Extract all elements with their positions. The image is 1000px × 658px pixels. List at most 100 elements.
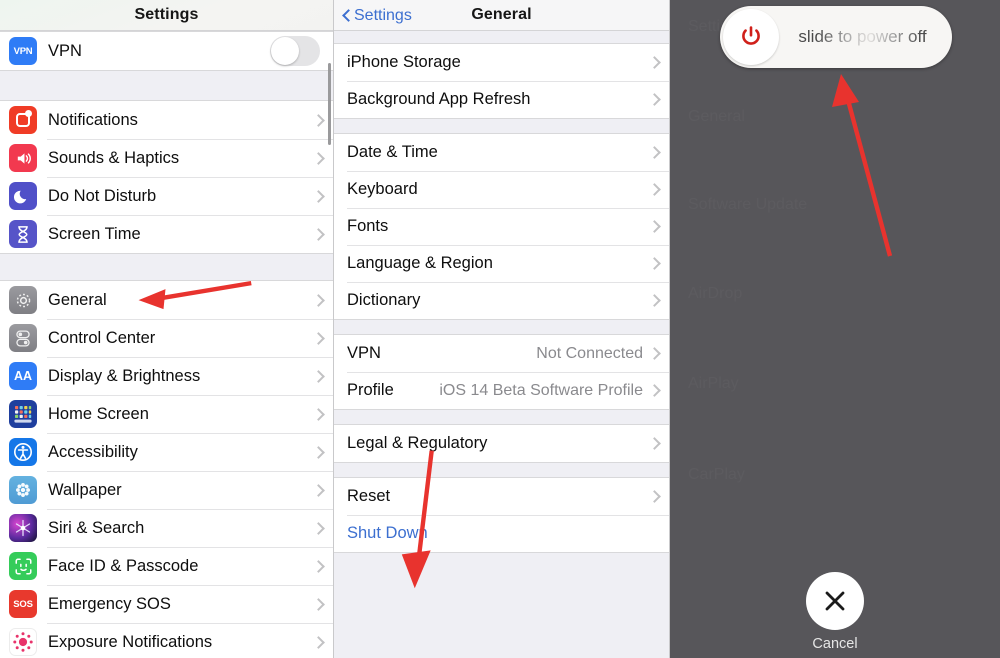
exposure-icon [9, 628, 37, 656]
general-row-background-app-refresh[interactable]: Background App Refresh [334, 81, 669, 118]
group-separator [334, 320, 669, 334]
gear-icon [9, 286, 37, 314]
general-group: iPhone Storage Background App Refresh [334, 43, 669, 119]
general-title: General [471, 6, 532, 23]
sidebar-item-sounds-haptics[interactable]: Sounds & Haptics [0, 139, 333, 177]
general-row-label: iPhone Storage [347, 53, 461, 71]
sidebar-item-label: Display & Brightness [48, 366, 201, 385]
general-row-date-time[interactable]: Date & Time [334, 134, 669, 171]
general-row-label: Date & Time [347, 143, 438, 161]
sidebar-item-exposure-notifications[interactable]: Exposure Notifications [0, 623, 333, 658]
general-row-label: Legal & Regulatory [347, 434, 488, 452]
annotation-arrow-slider [832, 74, 893, 257]
cancel-button[interactable] [806, 572, 864, 630]
page-title: Settings [134, 6, 199, 23]
chevron-right-icon [314, 228, 322, 241]
slide-to-power-off-slider[interactable]: slide to power off [720, 6, 952, 68]
group-separator [334, 463, 669, 477]
slide-to-power-off-label: slide to power off [779, 27, 952, 47]
chevron-right-icon [650, 56, 658, 69]
chevron-right-icon [314, 446, 322, 459]
chevron-right-icon [314, 408, 322, 421]
sidebar-item-label: Exposure Notifications [48, 632, 213, 651]
sidebar-item-display-brightness[interactable]: AA Display & Brightness [0, 357, 333, 395]
siri-icon [9, 514, 37, 542]
sidebar-item-home-screen[interactable]: Home Screen [0, 395, 333, 433]
general-group: VPN Not Connected Profile iOS 14 Beta Softw… [334, 334, 669, 410]
sidebar-item-accessibility[interactable]: Accessibility [0, 433, 333, 471]
settings-sidebar-panel: Settings VPN VPN Notifications Sounds & H… [0, 0, 334, 658]
group-separator [334, 119, 669, 133]
general-row-label: Keyboard [347, 180, 418, 198]
general-row-keyboard[interactable]: Keyboard [334, 171, 669, 208]
chevron-right-icon [314, 636, 322, 649]
sidebar-item-label: Accessibility [48, 442, 138, 461]
sidebar-item-label: Face ID & Passcode [48, 556, 199, 575]
chevron-right-icon [650, 294, 658, 307]
sidebar-item-wallpaper[interactable]: Wallpaper [0, 471, 333, 509]
general-row-reset[interactable]: Reset [334, 478, 669, 515]
sidebar-nav-bar: Settings [0, 0, 333, 31]
screenshot-root: Settings VPN VPN Notifications Sounds & H… [0, 0, 1000, 658]
sidebar-item-label: Do Not Disturb [48, 186, 157, 205]
chevron-right-icon [314, 598, 322, 611]
toggles-icon [9, 324, 37, 352]
general-row-profile[interactable]: Profile iOS 14 Beta Software Profile [334, 372, 669, 409]
sidebar-item-siri-search[interactable]: Siri & Search [0, 509, 333, 547]
general-row-label: Fonts [347, 217, 389, 235]
sidebar-item-label: Siri & Search [48, 518, 145, 537]
power-icon [742, 26, 760, 45]
chevron-right-icon [650, 257, 658, 270]
vpn-badge-icon: VPN [9, 37, 37, 65]
sidebar-item-screen-time[interactable]: Screen Time [0, 215, 333, 253]
group-separator [0, 71, 333, 100]
chevron-right-icon [650, 437, 658, 450]
sidebar-item-label: Emergency SOS [48, 594, 171, 613]
general-row-fonts[interactable]: Fonts [334, 208, 669, 245]
group-separator [334, 31, 669, 43]
sidebar-item-control-center[interactable]: Control Center [0, 319, 333, 357]
general-group: Reset Shut Down [334, 477, 669, 553]
sidebar-item-vpn[interactable]: VPN VPN [0, 32, 333, 70]
vpn-toggle-knob [271, 37, 299, 65]
sidebar-item-notifications[interactable]: Notifications [0, 101, 333, 139]
vpn-group: VPN VPN [0, 31, 333, 71]
back-button-label: Settings [354, 6, 412, 24]
chevron-left-icon [342, 8, 351, 24]
sidebar-item-general[interactable]: General [0, 281, 333, 319]
general-groups: iPhone Storage Background App Refresh Date… [334, 31, 669, 553]
back-button[interactable]: Settings [342, 0, 412, 31]
chevron-right-icon [314, 190, 322, 203]
sidebar-item-emergency-sos[interactable]: SOS Emergency SOS [0, 585, 333, 623]
sidebar-main-group: Notifications Sounds & Haptics Do Not Dist… [0, 100, 333, 658]
chevron-right-icon [650, 93, 658, 106]
general-row-language-region[interactable]: Language & Region [334, 245, 669, 282]
accessibility-icon [9, 438, 37, 466]
group-separator [0, 253, 333, 281]
general-row-dictionary[interactable]: Dictionary [334, 282, 669, 319]
general-row-shut-down[interactable]: Shut Down [334, 515, 669, 552]
general-row-legal-regulatory[interactable]: Legal & Regulatory [334, 425, 669, 462]
general-row-iphone-storage[interactable]: iPhone Storage [334, 44, 669, 81]
chevron-right-icon [314, 522, 322, 535]
ghost-text: AirPlay [688, 375, 739, 393]
general-row-label: Reset [347, 487, 391, 505]
face-id-icon [9, 552, 37, 580]
power-slider-knob[interactable] [723, 9, 779, 65]
sidebar-scrollbar[interactable] [328, 63, 331, 145]
aa-icon: AA [9, 362, 37, 390]
power-off-panel: Settings General Software Update AirDrop… [670, 0, 1000, 658]
vpn-toggle[interactable] [270, 36, 320, 66]
chevron-right-icon [650, 347, 658, 360]
chevron-right-icon [650, 183, 658, 196]
general-group: Date & Time Keyboard Fonts Language & Regio… [334, 133, 669, 320]
chevron-right-icon [314, 560, 322, 573]
hourglass-icon [9, 220, 37, 248]
sidebar-item-do-not-disturb[interactable]: Do Not Disturb [0, 177, 333, 215]
general-row-label: Shut Down [347, 524, 428, 542]
general-row-vpn[interactable]: VPN Not Connected [334, 335, 669, 372]
sidebar-item-face-id-passcode[interactable]: Face ID & Passcode [0, 547, 333, 585]
sidebar-item-label: Home Screen [48, 404, 149, 423]
chevron-right-icon [650, 384, 658, 397]
chevron-right-icon [314, 152, 322, 165]
